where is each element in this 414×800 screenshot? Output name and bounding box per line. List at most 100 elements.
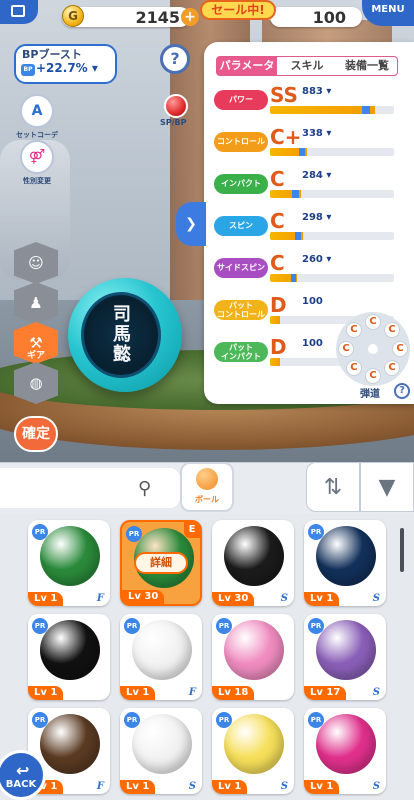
detail-button[interactable]: 詳細	[134, 552, 188, 574]
stat-value: 338 ▾	[302, 128, 332, 139]
pr-badge: PR	[308, 524, 324, 540]
stat-bar-fill	[270, 358, 280, 366]
spin-dot: C	[365, 368, 381, 384]
head-icon: ☺	[28, 254, 44, 272]
gender-change-label: 性別変更	[23, 177, 51, 185]
stat-row[interactable]: コントロール C+ 338 ▾	[214, 126, 400, 158]
ball-card[interactable]: PR Lv 1 S	[304, 520, 386, 606]
set-coordinate-button[interactable]: A	[20, 94, 54, 128]
brand-mark: F	[96, 781, 104, 792]
spin-dot: C	[384, 321, 401, 338]
stat-name: コントロール	[214, 132, 268, 152]
stat-rank: C	[270, 209, 285, 233]
stat-bar-fill	[270, 106, 376, 114]
tab-head[interactable]: ☺	[14, 242, 58, 284]
spin-dot: C	[345, 321, 362, 338]
level-badge: Lv 18	[212, 686, 255, 700]
stat-row[interactable]: インパクト C 284 ▾	[214, 168, 400, 200]
golf-club-icon: ⚲	[138, 478, 152, 499]
home-icon	[11, 5, 25, 17]
stat-name: サイドスピン	[214, 258, 268, 278]
ball-grid: PR Lv 1 F PR E 詳細 Lv 30 Lv 30 S PR Lv 1 S PR Lv 1 PR Lv…	[0, 514, 414, 800]
ball-card[interactable]: PR Lv 17 S	[304, 614, 386, 700]
ball-card[interactable]: PR Lv 1 S	[212, 708, 294, 794]
coin-value: 2145	[135, 8, 180, 27]
stat-rank: SS	[270, 83, 298, 107]
golf-ball-icon	[316, 526, 376, 586]
pr-badge: PR	[126, 526, 142, 542]
stat-value: 100	[302, 296, 323, 307]
golf-ball-icon	[316, 714, 376, 774]
scrollbar[interactable]	[400, 528, 404, 572]
golf-ball-icon	[224, 714, 284, 774]
ball-card[interactable]: PR Lv 1 F	[28, 520, 110, 606]
pr-badge: PR	[32, 524, 48, 540]
spin-center	[368, 344, 378, 354]
stat-value: 298 ▾	[302, 212, 332, 223]
tab-shirt[interactable]: ♟	[14, 282, 58, 324]
level-badge: Lv 17	[304, 686, 347, 700]
trajectory-help-button[interactable]: ?	[394, 383, 410, 399]
help-button[interactable]: ?	[160, 44, 190, 74]
set-coordinate-label: セットコーデ	[16, 131, 58, 139]
brand-mark: F	[96, 593, 104, 604]
category-tabs: ☺ ♟ ⚒ ギア ◍	[14, 242, 58, 412]
level-badge: Lv 1	[304, 780, 340, 794]
stat-bar-bonus	[294, 232, 301, 240]
panel-tab[interactable]: パラメータ	[217, 57, 277, 75]
stat-row[interactable]: パワー SS 883 ▾	[214, 84, 400, 116]
ball-card[interactable]: PR Lv 18	[212, 614, 294, 700]
filter-button[interactable]: ▼	[360, 462, 414, 512]
ball-card[interactable]: PR Lv 1 F	[120, 614, 202, 700]
stat-bar-bonus	[298, 148, 305, 156]
club-filter-strip[interactable]	[0, 468, 180, 508]
menu-button[interactable]: MENU	[362, 0, 414, 26]
pr-badge: PR	[32, 618, 48, 634]
stat-bar-bonus	[291, 274, 297, 282]
confirm-button[interactable]: 確定	[14, 416, 58, 452]
sort-button[interactable]: ⇅	[306, 462, 360, 512]
panel-tab[interactable]: スキル	[277, 57, 337, 75]
level-badge: Lv 1	[28, 592, 64, 606]
golf-ball-icon	[224, 620, 284, 680]
stat-rank: D	[270, 293, 287, 317]
home-button[interactable]	[0, 0, 38, 24]
spin-dot: C	[338, 341, 354, 357]
ball-tab[interactable]: ボール	[180, 462, 234, 512]
stat-name: パット インパクト	[214, 342, 268, 362]
stat-name: パワー	[214, 90, 268, 110]
gem-value: 100	[312, 8, 346, 27]
pr-badge: PR	[124, 618, 140, 634]
trajectory-label: 弾道	[360, 389, 380, 400]
ball-card[interactable]: PR Lv 1 S	[120, 708, 202, 794]
ball-card[interactable]: PR Lv 1 S	[304, 708, 386, 794]
brand-mark: S	[372, 593, 380, 604]
back-arrow-icon: ↩	[16, 761, 30, 780]
stat-bar-fill	[270, 316, 280, 324]
gender-icon: ⚤	[28, 149, 46, 165]
pr-badge: PR	[308, 712, 324, 728]
golf-ball-icon	[132, 620, 192, 680]
stat-row[interactable]: スピン C 298 ▾	[214, 210, 400, 242]
ball-card[interactable]: PR Lv 1	[28, 614, 110, 700]
stat-name: インパクト	[214, 174, 268, 194]
tab-gear[interactable]: ⚒ ギア	[14, 322, 58, 364]
ball-card[interactable]: PR E 詳細 Lv 30	[120, 520, 202, 606]
tab-ball[interactable]: ◍	[14, 362, 58, 404]
gender-change-button[interactable]: ⚤	[20, 140, 54, 174]
spbp-button[interactable]	[164, 94, 188, 118]
golf-ball-icon	[316, 620, 376, 680]
a-badge-icon: A	[31, 103, 43, 119]
collapse-panel-button[interactable]: ❯	[176, 202, 206, 246]
level-badge: Lv 30	[212, 592, 255, 606]
chevron-right-icon: ❯	[185, 216, 197, 232]
golf-ball-icon	[40, 620, 100, 680]
spin-dot: C	[365, 314, 381, 330]
add-coins-button[interactable]: +	[181, 8, 199, 26]
ball-card[interactable]: Lv 30 S	[212, 520, 294, 606]
sale-badge[interactable]: セール中!	[200, 0, 276, 20]
level-badge: Lv 1	[304, 592, 340, 606]
panel-tab[interactable]: 装備一覧	[337, 57, 397, 75]
golf-ball-icon	[40, 526, 100, 586]
stat-row[interactable]: サイドスピン C 260 ▾	[214, 252, 400, 284]
